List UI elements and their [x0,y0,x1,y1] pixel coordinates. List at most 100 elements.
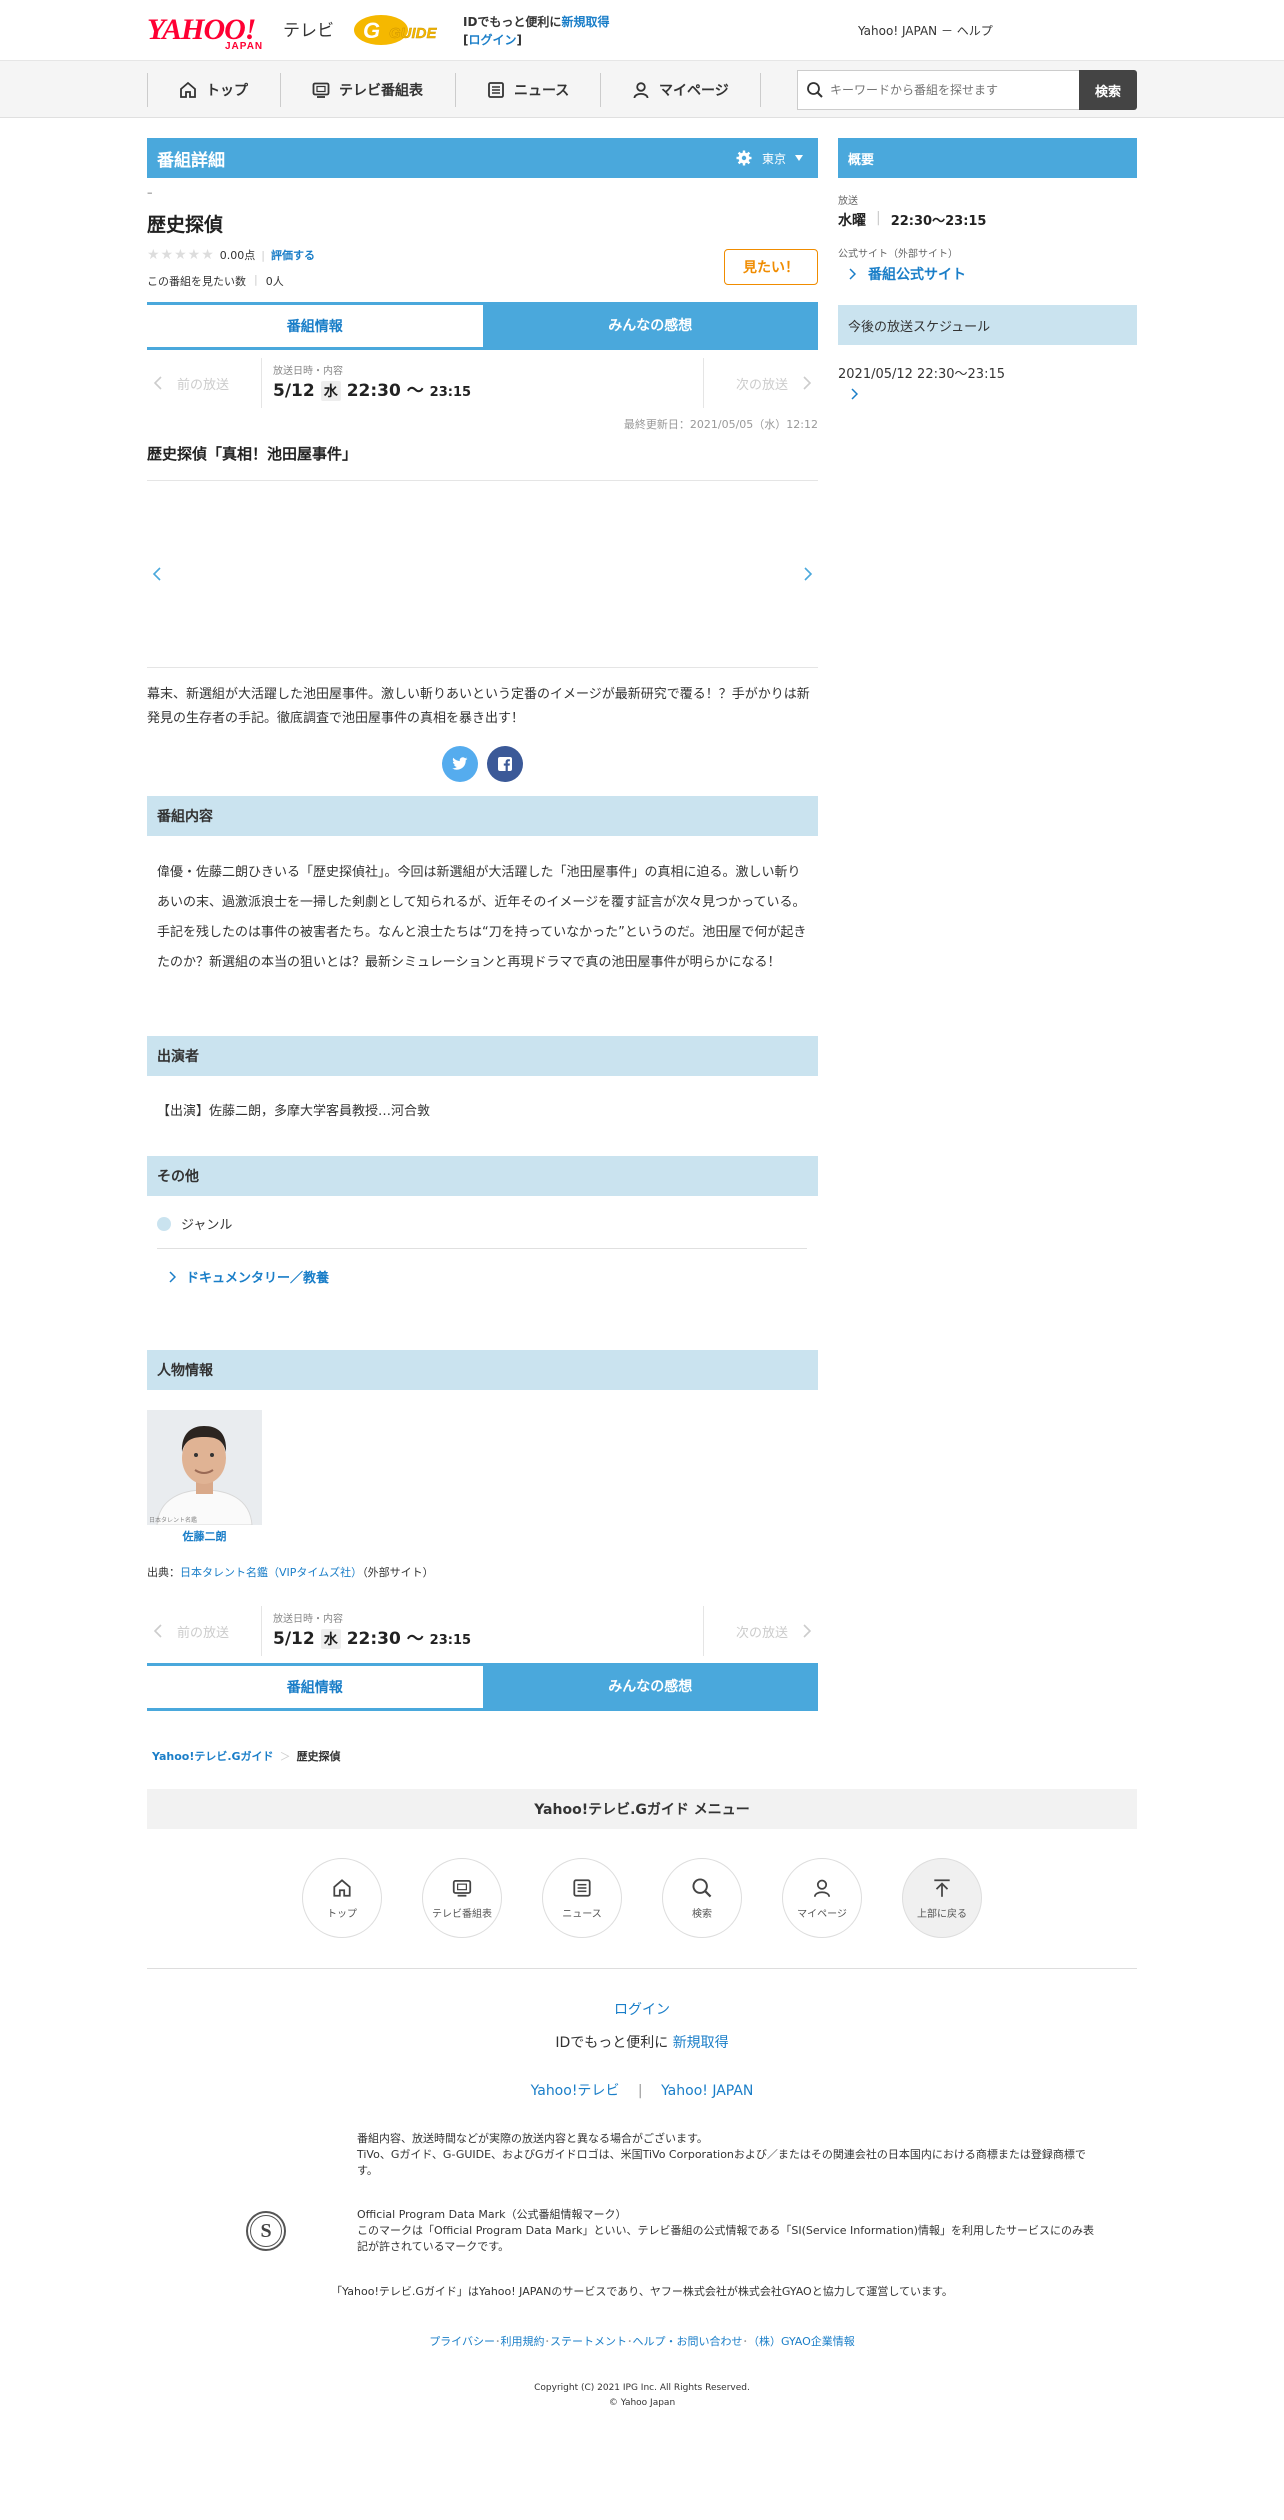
want-to-watch-button[interactable]: 見たい！ [724,249,818,285]
header-login-link[interactable]: ログイン [468,33,516,47]
chevron-left-icon [153,1624,162,1638]
header-signup-link[interactable]: 新規取得 [561,15,609,29]
breadcrumb-root[interactable]: Yahoo!テレビ.Gガイド [152,1748,274,1764]
carousel-next-icon[interactable] [803,566,813,582]
footer-id-row: IDでもっと便利に 新規取得 [555,2035,729,2051]
prev-broadcast-button[interactable]: 前の放送 [147,358,262,408]
page-title: 番組詳細 [157,150,225,171]
image-carousel [147,481,818,667]
footer-login-link[interactable]: ログイン [0,1999,1284,2019]
broadcast-datetime: 5/12 水 22:30 〜 23:15 [273,381,472,401]
home-icon [333,1878,351,1897]
footer-tv-schedule-button[interactable]: テレビ番組表 [422,1858,502,1938]
sidebar-official-label: 公式サイト（外部サイト） [838,249,958,260]
yahoo-logo[interactable]: YAHOO! JAPAN [147,13,262,52]
schedule-header: 今後の放送スケジュール [838,305,1137,345]
footer-signup-link[interactable]: 新規取得 [673,2035,729,2051]
nav-mypage[interactable]: マイページ [600,73,760,107]
svg-text:G: G [363,18,380,43]
footer-bottom-links: プライバシー･利用規約･ステートメント･ヘルプ・お問い合わせ･（株）GYAO企業… [429,2335,855,2348]
person-name-link[interactable]: 佐藤二朗 [147,1528,262,1544]
sidebar-broadcast-label: 放送 [838,196,858,207]
header-id-area: IDでもっと便利に新規取得 [ログイン] [463,15,610,47]
footer-gyao-link[interactable]: （株）GYAO企業情報 [748,2335,855,2348]
carousel-prev-icon[interactable] [152,566,162,582]
rating-score: 0.00点 [219,249,256,262]
want-count: 0人 [265,275,284,288]
footer-site-links: Yahoo!テレビ | Yahoo! JAPAN [530,2083,754,2099]
footer-search-button[interactable]: 検索 [662,1858,742,1938]
broadcast-label: 放送日時・内容 [273,366,343,377]
footer-statement-link[interactable]: ステートメント [550,2335,627,2348]
footer-news-button[interactable]: ニュース [542,1858,622,1938]
next-broadcast-button[interactable]: 次の放送 [703,358,818,408]
genre-link[interactable]: ドキュメンタリー／教養 [168,1267,329,1286]
tab-reviews[interactable]: みんなの感想 [482,1663,818,1708]
footer-top-button[interactable]: トップ [302,1858,382,1938]
search-icon [807,82,823,98]
program-summary: 幕末、新選組が大活躍した池田屋事件。激しい斬りあいという定番のイメージが最新研究… [147,687,810,726]
nav-top[interactable]: トップ [147,73,280,107]
genre-row: その他 ジャンル [157,1214,232,1233]
user-icon [813,1879,831,1897]
gguide-logo[interactable]: G GUIDE [353,13,448,47]
header-help-links[interactable]: Yahoo! JAPAN － ヘルプ [858,22,993,39]
content-section-header: 番組内容 [147,796,818,836]
people-source: 出典：日本タレント名鑑（VIPタイムズ社）（外部サイト） [147,1566,434,1579]
global-nav: トップ テレビ番組表 ニュース マイページ 検索 [0,60,1284,118]
site-header: YAHOO! JAPAN テレビ G GUIDE IDでもっと便利に新規取得 [ロ… [0,0,1284,60]
footer-mypage-button[interactable]: マイページ [782,1858,862,1938]
section-title-bar: 番組詳細 東京 [147,138,818,178]
tab-program-info[interactable]: 番組情報 [147,1663,483,1708]
chevron-right-icon[interactable] [850,388,858,400]
footer-privacy-link[interactable]: プライバシー [429,2335,495,2348]
chevron-right-icon [803,376,812,390]
caret-down-icon [795,155,803,161]
footer-menu-title: Yahoo!テレビ.Gガイド メニュー [147,1789,1137,1829]
broadcast-nav-bottom: 前の放送 放送日時・内容 5/12 水 22:30 〜 23:15 次の放送 [147,1606,818,1656]
person-photo-image [147,1410,262,1525]
breadcrumb: Yahoo!テレビ.Gガイド ＞ 歴史探偵 [152,1748,341,1764]
footer-back-to-top-button[interactable]: 上部に戻る [902,1858,982,1938]
rate-link[interactable]: 評価する [271,247,315,263]
tab-program-info[interactable]: 番組情報 [147,302,483,347]
person-photo[interactable]: 日本タレント名鑑 [147,1410,262,1525]
next-broadcast-button[interactable]: 次の放送 [703,1606,818,1656]
footer-help-link[interactable]: ヘルプ・お問い合わせ [632,2335,742,2348]
search-button[interactable]: 検索 [1079,70,1137,110]
footer-operation-note: 「Yahoo!テレビ.Gガイド」はYahoo! JAPANのサービスであり、ヤフ… [331,2285,953,2298]
want-label: この番組を見たい数 [147,275,246,288]
chevron-right-icon [169,1270,176,1283]
cast-section-header: 出演者 [147,1036,818,1076]
svg-text:GUIDE: GUIDE [389,25,438,42]
bullet-icon [157,1216,171,1231]
nav-news[interactable]: ニュース [455,73,600,107]
tab-reviews[interactable]: みんなの感想 [482,302,818,347]
region-selector[interactable]: 東京 [736,138,804,178]
twitter-share-button[interactable] [442,746,478,782]
region-label: 東京 [761,151,786,166]
source-link[interactable]: 日本タレント名鑑（VIPタイムズ社） [180,1566,362,1579]
footer-link-yahoo-tv[interactable]: Yahoo!テレビ [531,2083,620,2099]
nav-tv-schedule[interactable]: テレビ番組表 [280,73,455,107]
facebook-share-button[interactable] [487,746,523,782]
broadcast-nav: 前の放送 放送日時・内容 5/12 水 22:30 〜 23:15 次の放送 [147,358,818,408]
footer-link-yahoo-japan[interactable]: Yahoo! JAPAN [661,2083,753,2099]
nav-divider [760,73,761,107]
prev-broadcast-button[interactable]: 前の放送 [147,1606,262,1656]
channel-dash: – [147,186,153,199]
tv-icon [452,1879,472,1897]
tv-logo-text[interactable]: テレビ [283,16,334,41]
sidebar-broadcast-time: 水曜 | 22:30～23:15 [838,210,987,229]
news-icon [573,1878,591,1897]
schedule-item[interactable]: 2021/05/12 22:30～23:15 [838,363,1005,382]
footer-terms-link[interactable]: 利用規約 [500,2335,544,2348]
search-box [797,70,1079,110]
program-content: 偉優・佐藤二朗ひきいる「歴史探偵社」。今回は新選組が大活躍した「池田屋事件」の真… [157,865,807,970]
episode-title: 歴史探偵「真相！池田屋事件」 [147,445,358,463]
want-count-row: この番組を見たい数 | 0人 [147,273,284,288]
official-site-link[interactable]: 番組公式サイト [848,264,966,284]
search-input[interactable] [830,83,1070,97]
program-tabs: 番組情報 みんなの感想 [147,302,818,350]
chevron-right-icon [849,268,856,280]
